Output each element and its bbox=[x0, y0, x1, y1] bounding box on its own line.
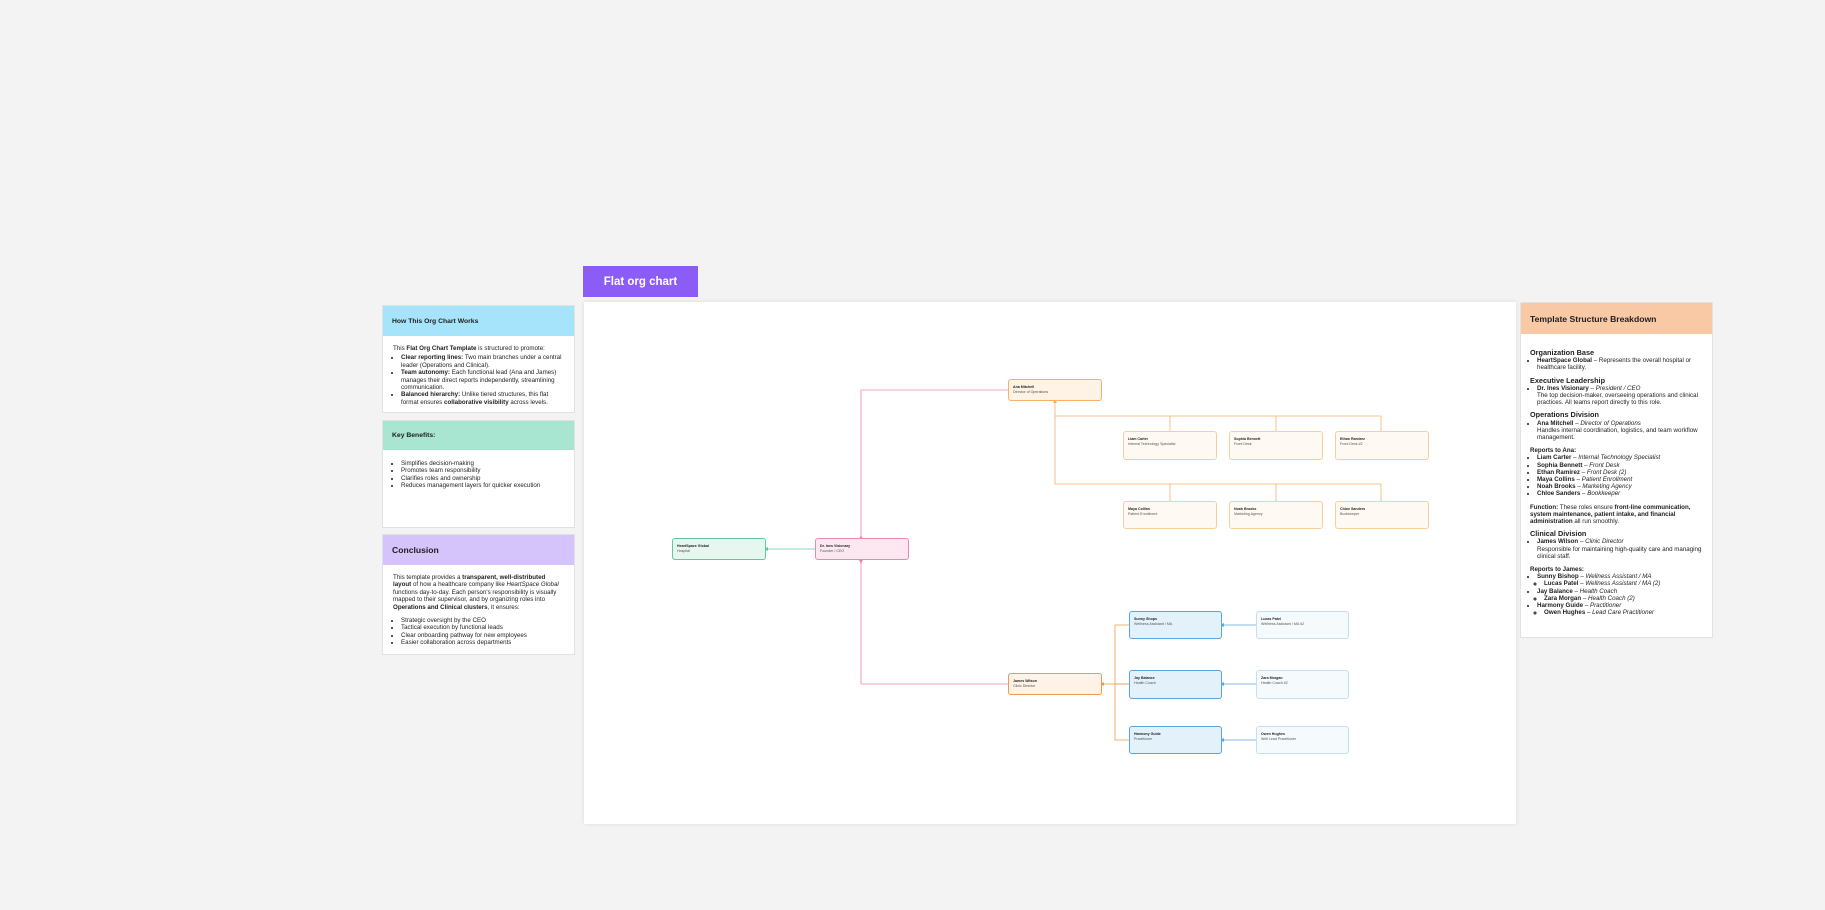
section-heading: Organization Base bbox=[1530, 348, 1595, 357]
node-chloe-sanders[interactable]: Chloe Sanders Bookkeeper bbox=[1335, 501, 1429, 529]
section-heading: Operations Division bbox=[1530, 410, 1599, 420]
node-harmony-guide[interactable]: Harmony Guide Practitioner bbox=[1129, 726, 1222, 754]
list-item: Lucas Patel – Wellness Assistant / MA (2… bbox=[1544, 580, 1703, 587]
ops-description: Handles internal coordination, logistics… bbox=[1537, 426, 1698, 442]
list-item: Ethan Ramirez – Front Desk (2) bbox=[1537, 469, 1703, 476]
list-item: Sunny Bishop – Wellness Assistant / MA L… bbox=[1537, 573, 1703, 587]
node-jay-balance[interactable]: Jay Balance Health Coach bbox=[1129, 670, 1222, 699]
list-item: Noah Brooks – Marketing Agency bbox=[1537, 483, 1703, 490]
list-item: Ana Mitchell – Director of Operations bbox=[1537, 420, 1703, 427]
section-subheading: Reports to James: bbox=[1530, 566, 1584, 574]
list-item: Dr. Ines Visionary – President / CEO bbox=[1537, 385, 1703, 392]
node-james-wilson[interactable]: James Wilson Clinic Director bbox=[1008, 673, 1102, 695]
node-sunny-shops[interactable]: Sunny Shops Wellness Assistant / MA bbox=[1129, 611, 1222, 639]
list-item: Liam Carter – Internal Technology Specia… bbox=[1537, 454, 1703, 461]
function-paragraph: Function: These roles ensure front-line … bbox=[1530, 503, 1691, 526]
list-item: Zara Morgan – Health Coach (2) bbox=[1544, 595, 1703, 602]
node-owen-hughes[interactable]: Owen Hughes Well Lead Practitioner bbox=[1256, 726, 1349, 754]
node-noah-brooks[interactable]: Noah Brooks Marketing Agency bbox=[1229, 501, 1323, 529]
list-item: HeartSpace Global – Represents the overa… bbox=[1537, 357, 1703, 371]
list-item: James Wilson – Clinic Director bbox=[1537, 538, 1703, 545]
node-sophia-bennett[interactable]: Sophia Bennett Front Desk bbox=[1229, 431, 1323, 460]
clinical-description: Responsible for maintaining high-quality… bbox=[1537, 545, 1702, 560]
node-zara-morgan[interactable]: Zara Morgan Health Coach #2 bbox=[1256, 670, 1349, 699]
node-ines-visionary[interactable]: Dr. Ines Visionary Founder / CEO bbox=[815, 538, 909, 560]
section-heading: Executive Leadership bbox=[1530, 375, 1606, 385]
node-lucas-patel[interactable]: Lucas Patel Wellness Assistant / MA #2 bbox=[1256, 611, 1349, 639]
section-heading: Clinical Division bbox=[1530, 529, 1587, 539]
list-item: Jay Balance – Health Coach Zara Morgan –… bbox=[1537, 588, 1703, 602]
node-liam-carter[interactable]: Liam Carter Internal Technology Speciali… bbox=[1123, 431, 1217, 460]
node-heartspace-global[interactable]: HeartSpace Global Hospital bbox=[672, 538, 766, 560]
section-subheading: Reports to Ana: bbox=[1530, 447, 1577, 455]
node-maya-collins[interactable]: Maya Collins Patient Enrollment bbox=[1123, 501, 1217, 529]
list-item: Sophia Bennett – Front Desk bbox=[1537, 462, 1703, 469]
template-breakdown-header: Template Structure Breakdown bbox=[1521, 303, 1712, 334]
exec-description: The top decision-maker, overseeing opera… bbox=[1537, 392, 1698, 407]
template-breakdown-body: Organization Base HeartSpace Global – Re… bbox=[1521, 334, 1712, 627]
node-ana-mitchell[interactable]: Ana Mitchell Director of Operations bbox=[1008, 379, 1102, 401]
list-item: Owen Hughes – Lead Care Practitioner bbox=[1544, 609, 1703, 616]
list-item: Chloe Sanders – Bookkeeper bbox=[1537, 490, 1703, 497]
node-ethan-ramirez[interactable]: Ethan Ramirez Front Desk #2 bbox=[1335, 431, 1429, 460]
template-breakdown-title: Template Structure Breakdown bbox=[1530, 313, 1657, 324]
list-item: Maya Collins – Patient Enrollment bbox=[1537, 476, 1703, 483]
list-item: Harmony Guide – Practitioner Owen Hughes… bbox=[1537, 602, 1703, 616]
template-breakdown-panel: Template Structure Breakdown Organizatio… bbox=[1520, 302, 1713, 638]
